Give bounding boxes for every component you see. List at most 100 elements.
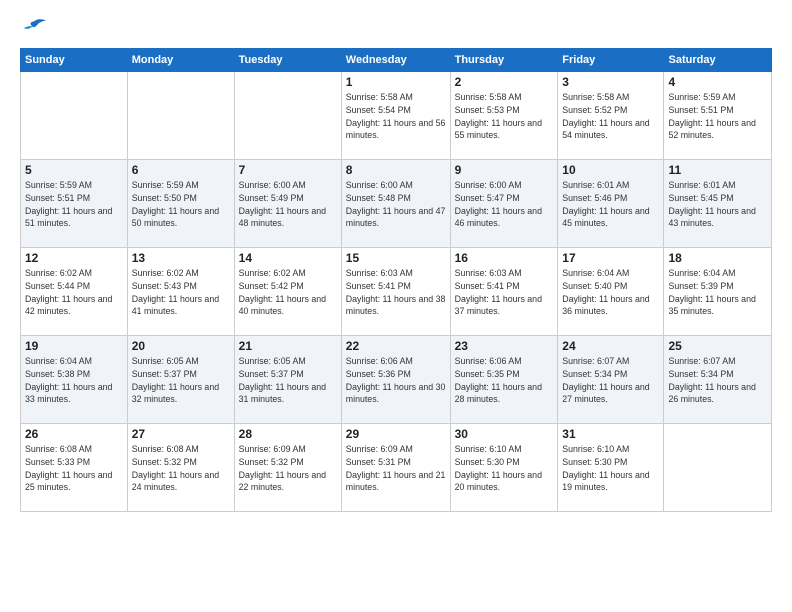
- calendar-week-row: 19 Sunrise: 6:04 AM Sunset: 5:38 PM Dayli…: [21, 336, 772, 424]
- day-info: Sunrise: 6:10 AM Sunset: 5:30 PM Dayligh…: [562, 443, 659, 494]
- calendar-table: SundayMondayTuesdayWednesdayThursdayFrid…: [20, 48, 772, 512]
- day-number: 18: [668, 251, 767, 265]
- day-number: 1: [346, 75, 446, 89]
- day-number: 24: [562, 339, 659, 353]
- calendar-week-row: 5 Sunrise: 5:59 AM Sunset: 5:51 PM Daylig…: [21, 160, 772, 248]
- calendar-cell: 4 Sunrise: 5:59 AM Sunset: 5:51 PM Daylig…: [664, 72, 772, 160]
- day-info: Sunrise: 6:04 AM Sunset: 5:39 PM Dayligh…: [668, 267, 767, 318]
- day-info: Sunrise: 6:05 AM Sunset: 5:37 PM Dayligh…: [239, 355, 337, 406]
- day-number: 5: [25, 163, 123, 177]
- weekday-header: Tuesday: [234, 49, 341, 72]
- day-info: Sunrise: 6:08 AM Sunset: 5:32 PM Dayligh…: [132, 443, 230, 494]
- day-number: 28: [239, 427, 337, 441]
- day-info: Sunrise: 6:00 AM Sunset: 5:49 PM Dayligh…: [239, 179, 337, 230]
- calendar-cell: 9Sunrise: 6:00 AM Sunset: 5:47 PM Daylig…: [450, 160, 558, 248]
- day-number: 4: [668, 75, 767, 89]
- calendar-cell: [21, 72, 128, 160]
- day-info: Sunrise: 5:58 AM Sunset: 5:54 PM Dayligh…: [346, 91, 446, 142]
- weekday-header: Saturday: [664, 49, 772, 72]
- calendar-week-row: 26 Sunrise: 6:08 AM Sunset: 5:33 PM Dayli…: [21, 424, 772, 512]
- day-number: 13: [132, 251, 230, 265]
- day-info: Sunrise: 6:09 AM Sunset: 5:31 PM Dayligh…: [346, 443, 446, 494]
- calendar-cell: 22 Sunrise: 6:06 AM Sunset: 5:36 PM Dayli…: [341, 336, 450, 424]
- day-number: 22: [346, 339, 446, 353]
- calendar-cell: 28 Sunrise: 6:09 AM Sunset: 5:32 PM Dayli…: [234, 424, 341, 512]
- calendar-cell: 1 Sunrise: 5:58 AM Sunset: 5:54 PM Daylig…: [341, 72, 450, 160]
- day-number: 14: [239, 251, 337, 265]
- day-info: Sunrise: 5:58 AM Sunset: 5:53 PM Dayligh…: [455, 91, 554, 142]
- calendar-cell: 11Sunrise: 6:01 AM Sunset: 5:45 PM Dayli…: [664, 160, 772, 248]
- calendar-cell: 29 Sunrise: 6:09 AM Sunset: 5:31 PM Dayli…: [341, 424, 450, 512]
- day-number: 16: [455, 251, 554, 265]
- calendar-cell: 14 Sunrise: 6:02 AM Sunset: 5:42 PM Dayli…: [234, 248, 341, 336]
- calendar-cell: 5 Sunrise: 5:59 AM Sunset: 5:51 PM Daylig…: [21, 160, 128, 248]
- calendar-cell: 31 Sunrise: 6:10 AM Sunset: 5:30 PM Dayli…: [558, 424, 664, 512]
- day-number: 19: [25, 339, 123, 353]
- day-number: 26: [25, 427, 123, 441]
- calendar-cell: [234, 72, 341, 160]
- weekday-header: Monday: [127, 49, 234, 72]
- calendar-cell: 20Sunrise: 6:05 AM Sunset: 5:37 PM Dayli…: [127, 336, 234, 424]
- calendar-cell: 17Sunrise: 6:04 AM Sunset: 5:40 PM Dayli…: [558, 248, 664, 336]
- calendar-cell: 21Sunrise: 6:05 AM Sunset: 5:37 PM Dayli…: [234, 336, 341, 424]
- day-info: Sunrise: 5:58 AM Sunset: 5:52 PM Dayligh…: [562, 91, 659, 142]
- day-info: Sunrise: 6:10 AM Sunset: 5:30 PM Dayligh…: [455, 443, 554, 494]
- day-info: Sunrise: 6:08 AM Sunset: 5:33 PM Dayligh…: [25, 443, 123, 494]
- weekday-header: Sunday: [21, 49, 128, 72]
- day-number: 29: [346, 427, 446, 441]
- day-number: 23: [455, 339, 554, 353]
- day-info: Sunrise: 6:02 AM Sunset: 5:43 PM Dayligh…: [132, 267, 230, 318]
- day-info: Sunrise: 5:59 AM Sunset: 5:51 PM Dayligh…: [25, 179, 123, 230]
- calendar-cell: 24 Sunrise: 6:07 AM Sunset: 5:34 PM Dayli…: [558, 336, 664, 424]
- day-info: Sunrise: 6:04 AM Sunset: 5:40 PM Dayligh…: [562, 267, 659, 318]
- calendar-cell: 13 Sunrise: 6:02 AM Sunset: 5:43 PM Dayli…: [127, 248, 234, 336]
- calendar-cell: 10 Sunrise: 6:01 AM Sunset: 5:46 PM Dayli…: [558, 160, 664, 248]
- calendar-cell: 19 Sunrise: 6:04 AM Sunset: 5:38 PM Dayli…: [21, 336, 128, 424]
- day-info: Sunrise: 6:07 AM Sunset: 5:34 PM Dayligh…: [668, 355, 767, 406]
- calendar-cell: 12 Sunrise: 6:02 AM Sunset: 5:44 PM Dayli…: [21, 248, 128, 336]
- day-number: 25: [668, 339, 767, 353]
- calendar-body: 1 Sunrise: 5:58 AM Sunset: 5:54 PM Daylig…: [21, 72, 772, 512]
- calendar-cell: 7Sunrise: 6:00 AM Sunset: 5:49 PM Daylig…: [234, 160, 341, 248]
- logo: [20, 18, 50, 40]
- day-info: Sunrise: 6:07 AM Sunset: 5:34 PM Dayligh…: [562, 355, 659, 406]
- day-info: Sunrise: 6:06 AM Sunset: 5:36 PM Dayligh…: [346, 355, 446, 406]
- day-number: 3: [562, 75, 659, 89]
- calendar-header: SundayMondayTuesdayWednesdayThursdayFrid…: [21, 49, 772, 72]
- calendar-week-row: 12 Sunrise: 6:02 AM Sunset: 5:44 PM Dayli…: [21, 248, 772, 336]
- day-info: Sunrise: 6:03 AM Sunset: 5:41 PM Dayligh…: [346, 267, 446, 318]
- day-number: 27: [132, 427, 230, 441]
- day-info: Sunrise: 5:59 AM Sunset: 5:51 PM Dayligh…: [668, 91, 767, 142]
- day-info: Sunrise: 6:09 AM Sunset: 5:32 PM Dayligh…: [239, 443, 337, 494]
- weekday-header: Wednesday: [341, 49, 450, 72]
- day-info: Sunrise: 6:05 AM Sunset: 5:37 PM Dayligh…: [132, 355, 230, 406]
- weekday-header: Friday: [558, 49, 664, 72]
- calendar-cell: 3 Sunrise: 5:58 AM Sunset: 5:52 PM Daylig…: [558, 72, 664, 160]
- day-number: 10: [562, 163, 659, 177]
- calendar-cell: 15 Sunrise: 6:03 AM Sunset: 5:41 PM Dayli…: [341, 248, 450, 336]
- calendar-cell: [127, 72, 234, 160]
- calendar-cell: 27 Sunrise: 6:08 AM Sunset: 5:32 PM Dayli…: [127, 424, 234, 512]
- page: SundayMondayTuesdayWednesdayThursdayFrid…: [0, 0, 792, 522]
- day-number: 30: [455, 427, 554, 441]
- day-number: 31: [562, 427, 659, 441]
- header: [20, 18, 772, 40]
- day-info: Sunrise: 6:02 AM Sunset: 5:42 PM Dayligh…: [239, 267, 337, 318]
- calendar-cell: 6Sunrise: 5:59 AM Sunset: 5:50 PM Daylig…: [127, 160, 234, 248]
- calendar-week-row: 1 Sunrise: 5:58 AM Sunset: 5:54 PM Daylig…: [21, 72, 772, 160]
- day-number: 11: [668, 163, 767, 177]
- calendar-cell: 26 Sunrise: 6:08 AM Sunset: 5:33 PM Dayli…: [21, 424, 128, 512]
- day-number: 2: [455, 75, 554, 89]
- day-info: Sunrise: 6:06 AM Sunset: 5:35 PM Dayligh…: [455, 355, 554, 406]
- day-info: Sunrise: 6:04 AM Sunset: 5:38 PM Dayligh…: [25, 355, 123, 406]
- calendar-cell: 18 Sunrise: 6:04 AM Sunset: 5:39 PM Dayli…: [664, 248, 772, 336]
- weekday-header: Thursday: [450, 49, 558, 72]
- day-info: Sunrise: 6:02 AM Sunset: 5:44 PM Dayligh…: [25, 267, 123, 318]
- day-info: Sunrise: 6:01 AM Sunset: 5:46 PM Dayligh…: [562, 179, 659, 230]
- day-number: 8: [346, 163, 446, 177]
- day-info: Sunrise: 6:03 AM Sunset: 5:41 PM Dayligh…: [455, 267, 554, 318]
- weekday-row: SundayMondayTuesdayWednesdayThursdayFrid…: [21, 49, 772, 72]
- day-number: 15: [346, 251, 446, 265]
- day-info: Sunrise: 6:00 AM Sunset: 5:48 PM Dayligh…: [346, 179, 446, 230]
- day-number: 12: [25, 251, 123, 265]
